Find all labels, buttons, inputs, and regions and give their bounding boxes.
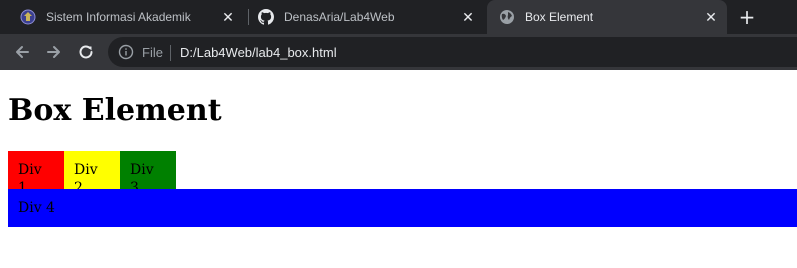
- forward-arrow-icon[interactable]: [44, 42, 64, 62]
- tab-title: Sistem Informasi Akademik: [46, 10, 191, 24]
- tab-title: DenasAria/Lab4Web: [284, 10, 395, 24]
- page-heading: Box Element: [8, 93, 222, 128]
- close-icon[interactable]: ✕: [460, 9, 476, 25]
- browser-chrome: Sistem Informasi Akademik ✕ DenasAria/La…: [0, 0, 797, 70]
- tab-sistem-informasi-akademik[interactable]: Sistem Informasi Akademik ✕: [8, 0, 244, 34]
- back-arrow-icon[interactable]: [12, 42, 32, 62]
- globe-icon: [500, 10, 514, 24]
- university-logo-icon: [20, 9, 36, 25]
- page-content: Box Element Div 1 Div 2 Div 3 Div 4: [0, 70, 797, 268]
- close-icon[interactable]: ✕: [220, 9, 236, 25]
- div-2-box: Div 2: [64, 151, 120, 196]
- tab-strip: Sistem Informasi Akademik ✕ DenasAria/La…: [0, 0, 797, 34]
- address-divider: [170, 45, 171, 61]
- tab-box-element[interactable]: Box Element ✕: [487, 0, 727, 34]
- div-4-box: Div 4: [8, 189, 797, 227]
- scheme-label: File: [142, 45, 163, 60]
- browser-toolbar: File D:/Lab4Web/lab4_box.html: [0, 34, 797, 70]
- info-icon[interactable]: [118, 44, 134, 60]
- close-icon[interactable]: ✕: [703, 9, 719, 25]
- address-bar[interactable]: File D:/Lab4Web/lab4_box.html: [108, 37, 797, 67]
- tab-github-lab4web[interactable]: DenasAria/Lab4Web ✕: [248, 0, 484, 34]
- url-text[interactable]: D:/Lab4Web/lab4_box.html: [180, 45, 337, 60]
- reload-icon[interactable]: [76, 42, 96, 62]
- new-tab-button[interactable]: +: [736, 6, 758, 28]
- div-1-box: Div 1: [8, 151, 64, 196]
- github-icon: [258, 9, 274, 25]
- tab-title: Box Element: [525, 10, 594, 24]
- div-3-box: Div 3: [120, 151, 176, 196]
